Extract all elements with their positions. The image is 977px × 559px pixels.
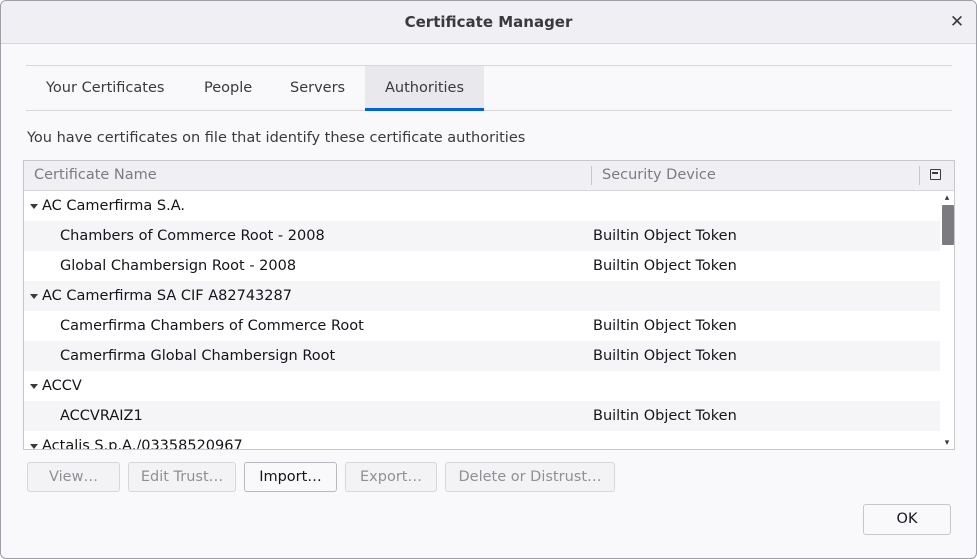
tree-header: Certificate Name Security Device [24, 161, 954, 191]
tab-authorities-label: Authorities [385, 80, 465, 96]
twisty-expanded-icon[interactable] [30, 444, 38, 449]
twisty-expanded-icon[interactable] [30, 294, 38, 299]
certificate-name: Global Chambersign Root - 2008 [60, 258, 297, 274]
tree-item-row[interactable]: ACCVRAIZ1 Builtin Object Token [24, 401, 940, 431]
scrollbar-thumb[interactable] [942, 205, 954, 245]
tree-group-row[interactable]: ACCV [24, 371, 940, 401]
security-device: Builtin Object Token [593, 228, 737, 244]
tab-authorities[interactable]: Authorities [365, 66, 485, 111]
scroll-down-arrow-icon[interactable]: ▾ [943, 439, 951, 448]
tree-item-row[interactable]: Camerfirma Global Chambersign Root Built… [24, 341, 940, 371]
selected-tab-indicator [365, 108, 485, 111]
edit-trust-button[interactable]: Edit Trust… [128, 462, 236, 492]
delete-or-distrust-button[interactable]: Delete or Distrust… [445, 462, 615, 492]
tree-item-row[interactable]: Global Chambersign Root - 2008 Builtin O… [24, 251, 940, 281]
column-picker-icon[interactable] [930, 169, 941, 180]
security-device: Builtin Object Token [593, 408, 737, 424]
close-icon[interactable]: ✕ [946, 11, 968, 33]
ok-button[interactable]: OK [863, 504, 951, 535]
column-header-certificate-name[interactable]: Certificate Name [34, 161, 157, 190]
column-separator[interactable] [591, 166, 592, 185]
titlebar: Certificate Manager ✕ [1, 1, 976, 44]
column-separator[interactable] [919, 166, 920, 185]
scroll-up-arrow-icon[interactable]: ▴ [943, 194, 951, 203]
security-device: Builtin Object Token [593, 258, 737, 274]
tab-your-certificates[interactable]: Your Certificates [26, 66, 184, 110]
certificate-name: Camerfirma Chambers of Commerce Root [60, 318, 364, 334]
certificate-name: Chambers of Commerce Root - 2008 [60, 228, 325, 244]
twisty-expanded-icon[interactable] [30, 384, 38, 389]
security-device: Builtin Object Token [593, 318, 737, 334]
export-button[interactable]: Export… [345, 462, 437, 492]
group-name: AC Camerfirma S.A. [42, 198, 185, 214]
vertical-scrollbar[interactable]: ▴ ▾ [940, 191, 954, 449]
import-button[interactable]: Import… [244, 462, 337, 492]
tab-servers[interactable]: Servers [270, 66, 365, 110]
tree-rows: AC Camerfirma S.A. Chambers of Commerce … [24, 191, 940, 449]
security-device: Builtin Object Token [593, 348, 737, 364]
certificate-name: Camerfirma Global Chambersign Root [60, 348, 336, 364]
group-name: AC Camerfirma SA CIF A82743287 [42, 288, 292, 304]
certificate-name: ACCVRAIZ1 [60, 408, 143, 424]
view-button[interactable]: View… [27, 462, 120, 492]
certificate-manager-dialog: Certificate Manager ✕ Your Certificates … [0, 0, 977, 559]
tree-group-row[interactable]: Actalis S.p.A./03358520967 [24, 431, 940, 449]
authorities-description: You have certificates on file that ident… [27, 130, 526, 146]
tree-item-row[interactable]: Chambers of Commerce Root - 2008 Builtin… [24, 221, 940, 251]
tree-group-row[interactable]: AC Camerfirma S.A. [24, 191, 940, 221]
certificate-tree[interactable]: Certificate Name Security Device AC Came… [23, 160, 955, 450]
tree-group-row[interactable]: AC Camerfirma SA CIF A82743287 [24, 281, 940, 311]
tab-people[interactable]: People [184, 66, 272, 110]
column-header-security-device[interactable]: Security Device [602, 161, 716, 190]
group-name: Actalis S.p.A./03358520967 [42, 438, 243, 449]
twisty-expanded-icon[interactable] [30, 204, 38, 209]
tab-bar: Your Certificates People Servers Authori… [26, 65, 952, 111]
group-name: ACCV [42, 378, 82, 394]
dialog-title: Certificate Manager [404, 13, 573, 31]
tree-item-row[interactable]: Camerfirma Chambers of Commerce Root Bui… [24, 311, 940, 341]
